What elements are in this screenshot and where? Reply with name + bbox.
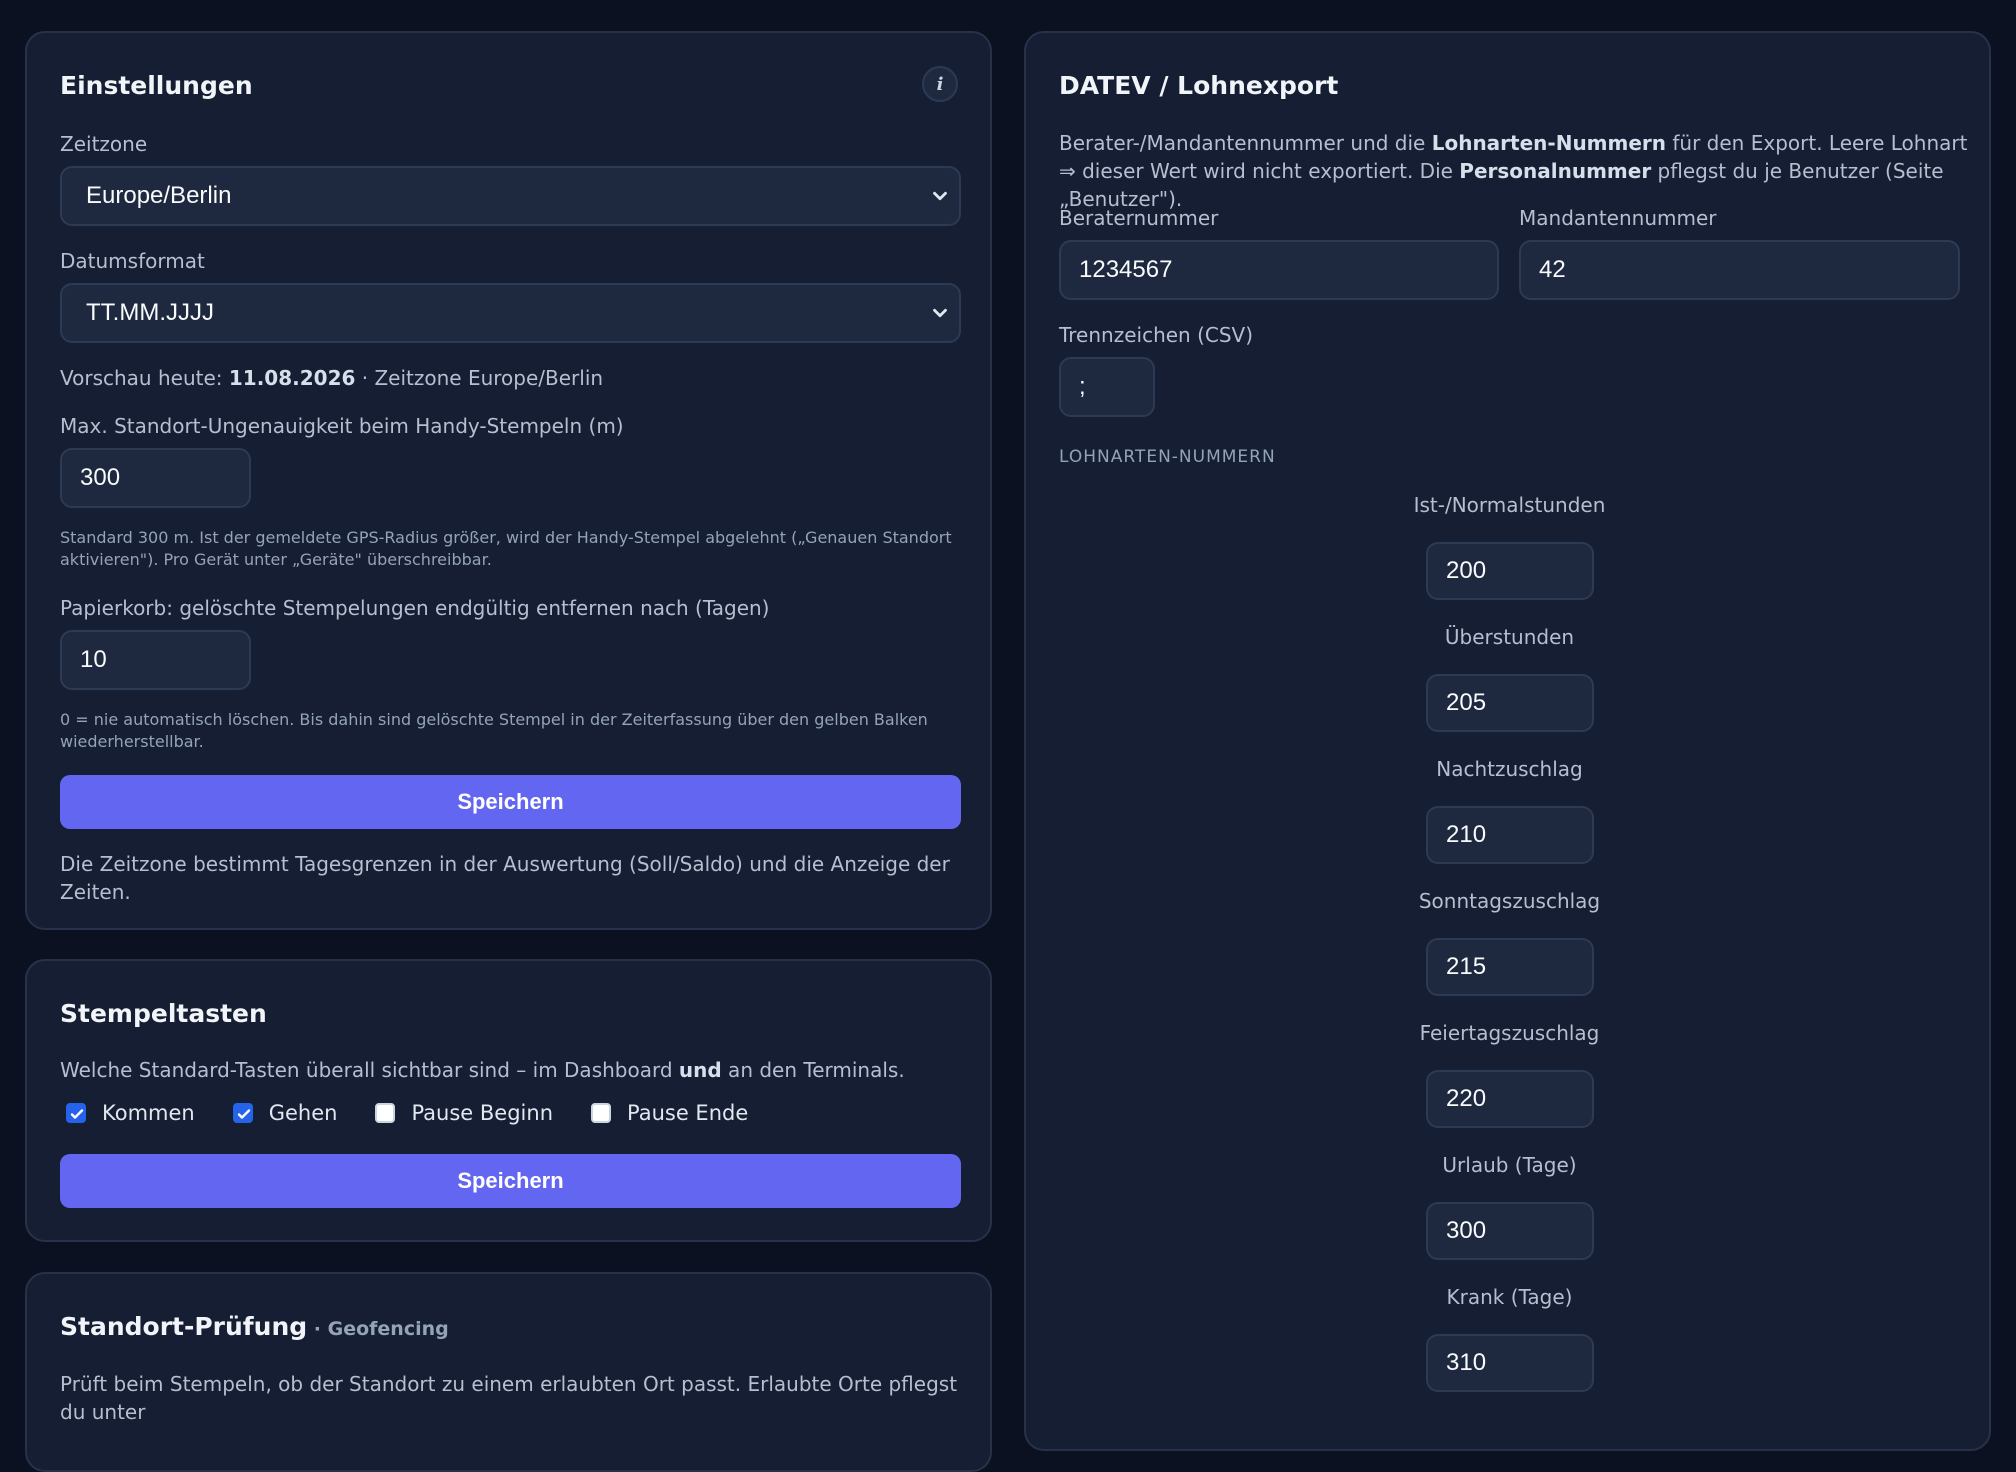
wage-label-sick: Krank (Tage): [1446, 1285, 1573, 1309]
save-settings-button[interactable]: Speichern: [60, 775, 961, 829]
datev-title: DATEV / Lohnexport: [1059, 71, 1339, 100]
dateformat-label: Datumsformat: [60, 249, 205, 273]
accuracy-hint: Standard 300 m. Ist der gemeldete GPS-Ra…: [60, 528, 952, 569]
datev-intro: Berater-/Mandantennummer und die Lohnart…: [1059, 129, 1969, 213]
option-label: Kommen: [102, 1101, 195, 1125]
checkbox-checked[interactable]: [232, 1103, 253, 1123]
preview-date: 11.08.2026: [228, 366, 356, 390]
wage-input-sunday[interactable]: 215: [1426, 938, 1594, 996]
intro-bold: Personalnummer: [1459, 159, 1652, 183]
trash-label: Papierkorb: gelöschte Stempelungen endgü…: [60, 596, 770, 620]
chevron-down-icon: [933, 308, 947, 318]
separator-label: Trennzeichen (CSV): [1059, 323, 1254, 347]
settings-card: Einstellungen i Zeitzone Europe/Berlin D…: [25, 31, 992, 930]
option-pause-beginn[interactable]: Pause Beginn: [375, 1101, 553, 1125]
checkbox-unchecked[interactable]: [591, 1103, 611, 1123]
settings-title: Einstellungen: [60, 71, 253, 100]
wage-input-vacation[interactable]: 300: [1426, 1202, 1594, 1260]
option-pause-ende[interactable]: Pause Ende: [591, 1101, 748, 1125]
stamp-buttons-title: Stempeltasten: [60, 999, 267, 1028]
intro-part: Berater-/Mandantennummer und die: [1059, 131, 1432, 155]
dateformat-select[interactable]: TT.MM.JJJJ: [60, 283, 961, 343]
timezone-label: Zeitzone: [60, 132, 148, 156]
preview-prefix: Vorschau heute:: [60, 366, 229, 390]
wage-input-normal-hours[interactable]: 200: [1426, 542, 1594, 600]
desc-bold: und: [678, 1058, 722, 1082]
trash-hint: 0 = nie automatisch löschen. Bis dahin s…: [60, 710, 928, 751]
desc-suffix: an den Terminals.: [721, 1058, 905, 1082]
dateformat-value: TT.MM.JJJJ: [86, 299, 214, 326]
wage-types-caption: LOHNARTEN-NUMMERN: [1059, 447, 1276, 467]
wage-label-overtime: Überstunden: [1444, 625, 1575, 649]
save-stamp-buttons-button[interactable]: Speichern: [60, 1154, 961, 1208]
check-icon: [237, 1109, 250, 1119]
wage-label-normal-hours: Ist-/Normalstunden: [1413, 493, 1606, 517]
geofence-subtitle: · Geofencing: [307, 1318, 449, 1340]
stamp-options: Kommen Gehen Pause Beginn Pause Ende: [66, 1101, 786, 1125]
geofence-desc: Prüft beim Stempeln, ob der Standort zu …: [60, 1372, 958, 1424]
geofence-title: Standort-Prüfung · Geofencing: [60, 1312, 449, 1341]
trash-days-input[interactable]: 10: [60, 630, 251, 690]
info-icon[interactable]: i: [922, 66, 958, 102]
settings-footer-text: Die Zeitzone bestimmt Tagesgrenzen in de…: [60, 852, 950, 904]
preview-suffix: · Zeitzone Europe/Berlin: [355, 366, 604, 390]
wage-label-holiday: Feiertagszuschlag: [1419, 1021, 1600, 1045]
client-label: Mandantennummer: [1519, 206, 1717, 230]
client-number-input[interactable]: 42: [1519, 240, 1960, 300]
geofence-title-text: Standort-Prüfung: [60, 1312, 308, 1341]
intro-bold: Lohnarten-Nummern: [1431, 131, 1667, 155]
date-preview: Vorschau heute: 11.08.2026 · Zeitzone Eu…: [60, 364, 603, 392]
accuracy-input[interactable]: 300: [60, 448, 251, 508]
wage-input-night[interactable]: 210: [1426, 806, 1594, 864]
wage-input-holiday[interactable]: 220: [1426, 1070, 1594, 1128]
wage-label-night: Nachtzuschlag: [1436, 757, 1583, 781]
consultant-label: Beraternummer: [1059, 206, 1219, 230]
checkbox-checked[interactable]: [66, 1103, 86, 1123]
consultant-number-input[interactable]: 1234567: [1059, 240, 1499, 300]
wage-input-sick[interactable]: 310: [1426, 1334, 1594, 1392]
check-icon: [70, 1109, 84, 1119]
wage-label-vacation: Urlaub (Tage): [1442, 1153, 1577, 1177]
accuracy-label: Max. Standort-Ungenauigkeit beim Handy-S…: [60, 414, 624, 438]
option-kommen[interactable]: Kommen: [66, 1101, 195, 1125]
timezone-value: Europe/Berlin: [86, 182, 232, 209]
stamp-buttons-desc: Welche Standard-Tasten überall sichtbar …: [60, 1056, 905, 1084]
option-label: Gehen: [268, 1101, 338, 1125]
wage-label-sunday: Sonntagszuschlag: [1418, 889, 1601, 913]
checkbox-unchecked[interactable]: [375, 1103, 396, 1123]
chevron-down-icon: [933, 191, 947, 201]
wage-input-overtime[interactable]: 205: [1426, 674, 1594, 732]
separator-input[interactable]: ;: [1059, 357, 1155, 417]
option-label: Pause Beginn: [411, 1101, 553, 1125]
desc-prefix: Welche Standard-Tasten überall sichtbar …: [60, 1058, 679, 1082]
right-column: DATEV / Lohnexport Berater-/Mandantennum…: [1024, 31, 1991, 1451]
timezone-select[interactable]: Europe/Berlin: [60, 166, 961, 226]
datev-card: DATEV / Lohnexport Berater-/Mandantennum…: [1024, 31, 1991, 1451]
geofence-card: Standort-Prüfung · Geofencing Prüft beim…: [25, 1272, 992, 1472]
option-gehen[interactable]: Gehen: [232, 1101, 338, 1125]
stamp-buttons-card: Stempeltasten Welche Standard-Tasten übe…: [25, 959, 992, 1242]
option-label: Pause Ende: [627, 1101, 749, 1125]
